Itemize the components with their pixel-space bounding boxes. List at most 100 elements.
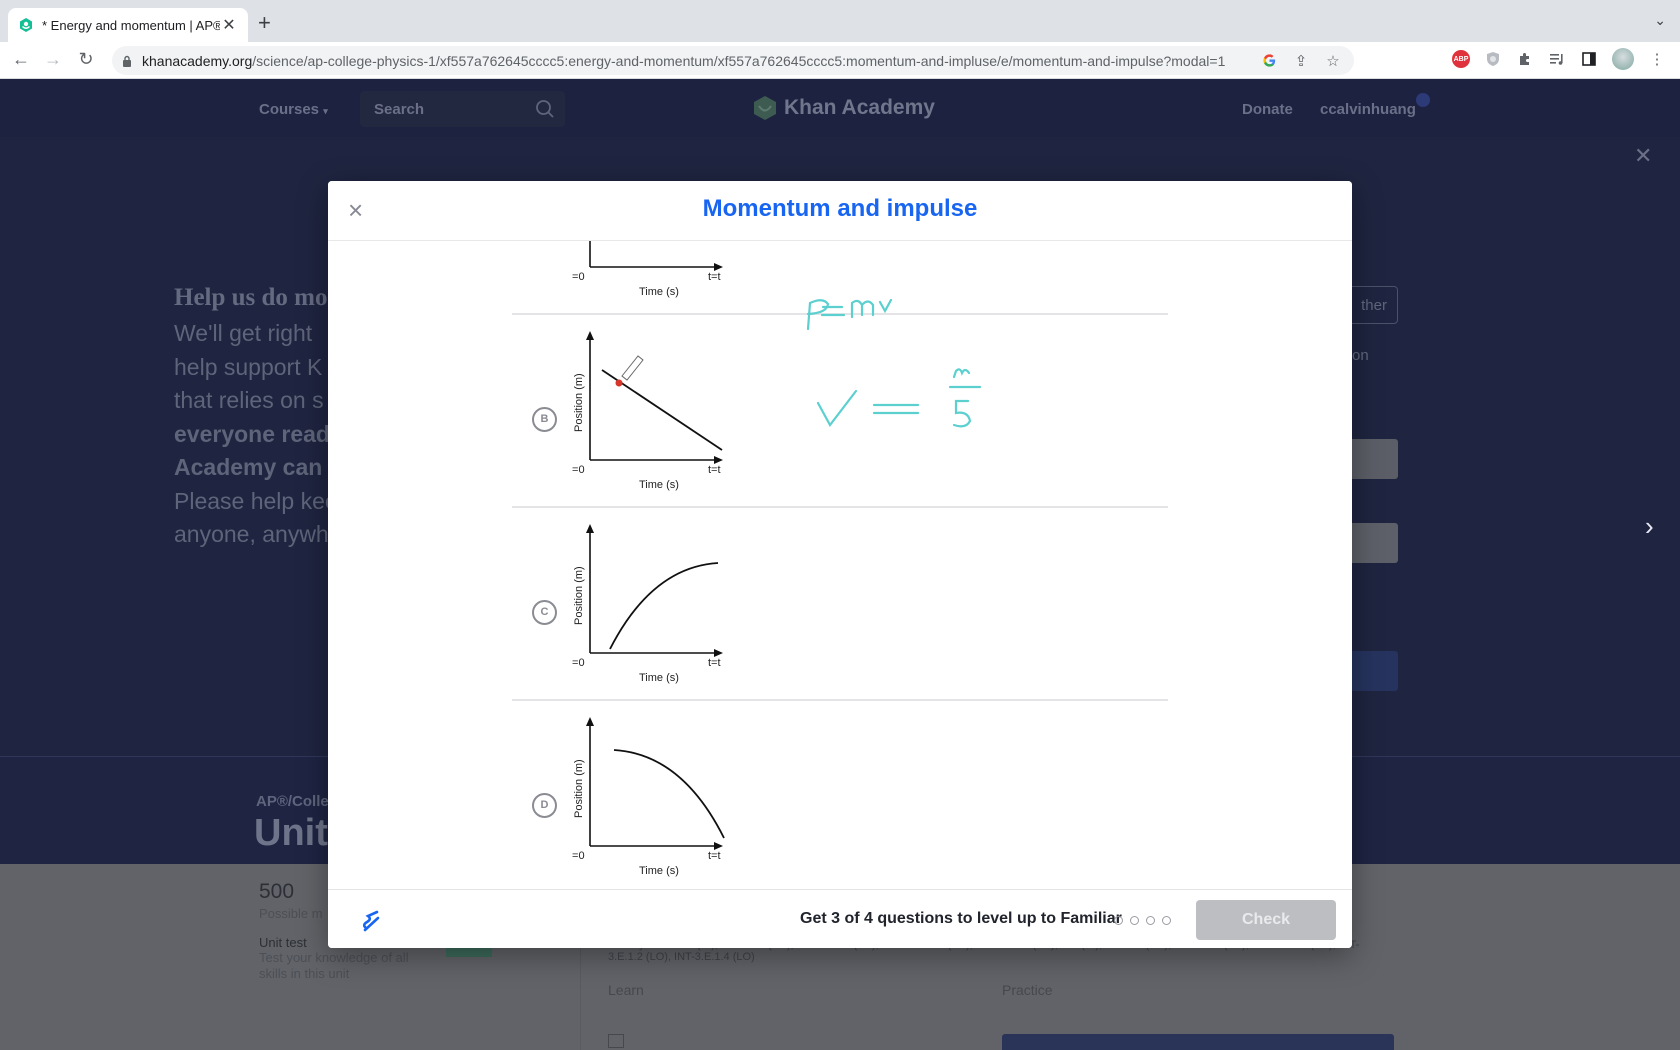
back-button[interactable]: ← [10, 49, 32, 70]
scratchpad-toggle-icon[interactable] [358, 908, 384, 934]
site-search-input[interactable]: Search [360, 91, 565, 127]
x-end-label: t=t [708, 850, 721, 862]
data-curve [609, 562, 719, 650]
browser-tab-active[interactable]: * Energy and momentum | AP® ✕ [8, 8, 248, 42]
x-axis-label: Time (s) [639, 286, 679, 298]
browser-toolbar: ← → ↻ khanacademy.org/science/ap-college… [0, 42, 1680, 79]
practice-button[interactable] [1002, 1034, 1394, 1050]
search-icon [536, 100, 554, 118]
donate-body-line: Please help kee [174, 487, 338, 514]
donate-link[interactable]: Donate [1242, 101, 1293, 118]
donate-body-line: We'll get right [174, 320, 313, 346]
donate-body-line: help support K [174, 353, 323, 380]
x-start-label: t=0 [572, 271, 585, 283]
progress-dots [1114, 916, 1171, 925]
unit-course-label: AP®/Colle [256, 793, 329, 810]
modal-footer: Get 3 of 4 questions to level up to Fami… [328, 889, 1352, 948]
address-bar[interactable]: khanacademy.org/science/ap-college-physi… [112, 46, 1354, 75]
chevron-down-icon: ▾ [323, 106, 328, 116]
donate-body-line: that relies on s [174, 387, 324, 413]
modal-title: Momentum and impulse [702, 195, 978, 222]
exercise-modal: × Momentum and impulse At=0t=tTime (s)Po… [328, 181, 1352, 948]
position-time-graph: t=0 t=t Time (s) Position (m) [572, 331, 723, 491]
donate-body: We'll get right help support K that relies… [174, 317, 341, 552]
answer-choice-c[interactable]: Ct=0 t=t Time (s) Position (m) [512, 507, 1168, 700]
tab-close-icon[interactable]: ✕ [220, 15, 238, 35]
courses-menu[interactable]: Courses ▾ [259, 101, 328, 118]
x-end-label: t=t [708, 657, 721, 669]
learn-heading: Learn [608, 982, 644, 998]
url-path: /science/ap-college-physics-1/xf557a7626… [252, 52, 1226, 69]
position-time-graph: t=0t=tTime (s)Pos [572, 241, 723, 298]
khan-academy-logo[interactable]: Khan Academy [752, 95, 935, 121]
side-panel-icon[interactable] [1580, 50, 1598, 68]
answer-choice-d[interactable]: Dt=0 t=t Time (s) Position (m) [512, 700, 1168, 889]
y-axis-label: Position (m) [573, 566, 585, 625]
position-time-graph: t=0 t=t Time (s) Position (m) [572, 717, 725, 877]
possible-points-label: Possible m [259, 906, 323, 921]
profile-avatar[interactable] [1612, 48, 1634, 70]
x-axis-arrow [714, 263, 723, 271]
bookmark-star-icon[interactable]: ☆ [1324, 52, 1342, 70]
unit-title: Unit [254, 812, 328, 854]
question-area: At=0t=tTime (s)PosBt=0t=tTime (s)Positio… [328, 241, 1352, 889]
khan-academy-favicon [20, 18, 32, 32]
search-placeholder: Search [374, 101, 425, 118]
khan-logo-icon [754, 96, 776, 120]
new-tab-button[interactable]: + [258, 10, 271, 36]
google-icon[interactable] [1260, 52, 1278, 70]
x-start-label: t=0 [572, 850, 585, 862]
choice-letter-badge[interactable]: D [532, 793, 557, 818]
next-arrow-icon[interactable]: › [1645, 511, 1654, 542]
unit-test-description: Test your knowledge of all skills in thi… [259, 950, 409, 981]
x-axis-arrow [714, 456, 723, 464]
logo-text: Khan Academy [784, 96, 935, 119]
shield-extension-icon[interactable] [1484, 50, 1502, 68]
share-icon[interactable]: ⇪ [1292, 52, 1310, 70]
site-header: Courses ▾ Search Khan Academy Donate cca… [0, 79, 1680, 137]
check-button[interactable]: Check [1196, 900, 1336, 940]
adblock-icon[interactable]: ABP [1452, 50, 1470, 68]
y-axis-label: Position (m) [573, 373, 585, 432]
choice-letter-badge[interactable]: C [532, 600, 557, 625]
user-menu[interactable]: ccalvinhuang [1320, 101, 1416, 118]
data-curve [601, 369, 723, 451]
url-text: khanacademy.org/science/ap-college-physi… [142, 53, 1225, 69]
x-axis-label: Time (s) [639, 865, 679, 877]
choice-letter-badge[interactable]: B [532, 407, 557, 432]
donate-body-line: anyone, anywh [174, 521, 329, 547]
x-start-label: t=0 [572, 464, 585, 476]
progress-dot [1130, 916, 1139, 925]
x-axis-arrow [714, 842, 723, 850]
x-axis-label: Time (s) [639, 479, 679, 491]
x-end-label: t=t [708, 271, 721, 283]
media-queue-icon[interactable] [1548, 50, 1566, 68]
x-start-label: t=0 [572, 657, 585, 669]
donation-option-text: on [1352, 347, 1369, 364]
menu-kebab-icon[interactable]: ⋮ [1648, 50, 1666, 68]
x-axis-label: Time (s) [639, 672, 679, 684]
video-icon [608, 1034, 624, 1048]
x-end-label: t=t [708, 464, 721, 476]
tab-title: * Energy and momentum | AP® [42, 17, 220, 33]
tab-search-chevron-icon[interactable]: ⌄ [1654, 12, 1666, 29]
unit-test-title[interactable]: Unit test [259, 935, 307, 950]
other-amount-label: ther [1361, 297, 1387, 314]
practice-heading: Practice [1002, 982, 1053, 998]
y-axis-label: Position (m) [573, 759, 585, 818]
donate-body-line: everyone readi [174, 420, 337, 447]
progress-dot [1114, 916, 1123, 925]
donate-heading: Help us do mo [174, 284, 328, 311]
reload-button[interactable]: ↻ [75, 49, 97, 70]
extensions-puzzle-icon[interactable] [1516, 50, 1534, 68]
answer-choice-b[interactable]: Bt=0 t=t Time (s) Position (m) [512, 314, 1168, 507]
position-time-graph: t=0 t=t Time (s) Position (m) [572, 524, 723, 684]
courses-label: Courses [259, 101, 320, 118]
y-axis-arrow [586, 524, 594, 533]
browser-tab-bar: * Energy and momentum | AP® ✕ + ⌄ [0, 0, 1680, 42]
donate-banner-close-icon[interactable]: ✕ [1634, 143, 1652, 169]
answer-choice-a[interactable]: At=0t=tTime (s)Pos [512, 241, 1168, 314]
forward-button[interactable]: → [42, 49, 64, 70]
lock-icon [123, 55, 131, 67]
progress-dot [1146, 916, 1155, 925]
